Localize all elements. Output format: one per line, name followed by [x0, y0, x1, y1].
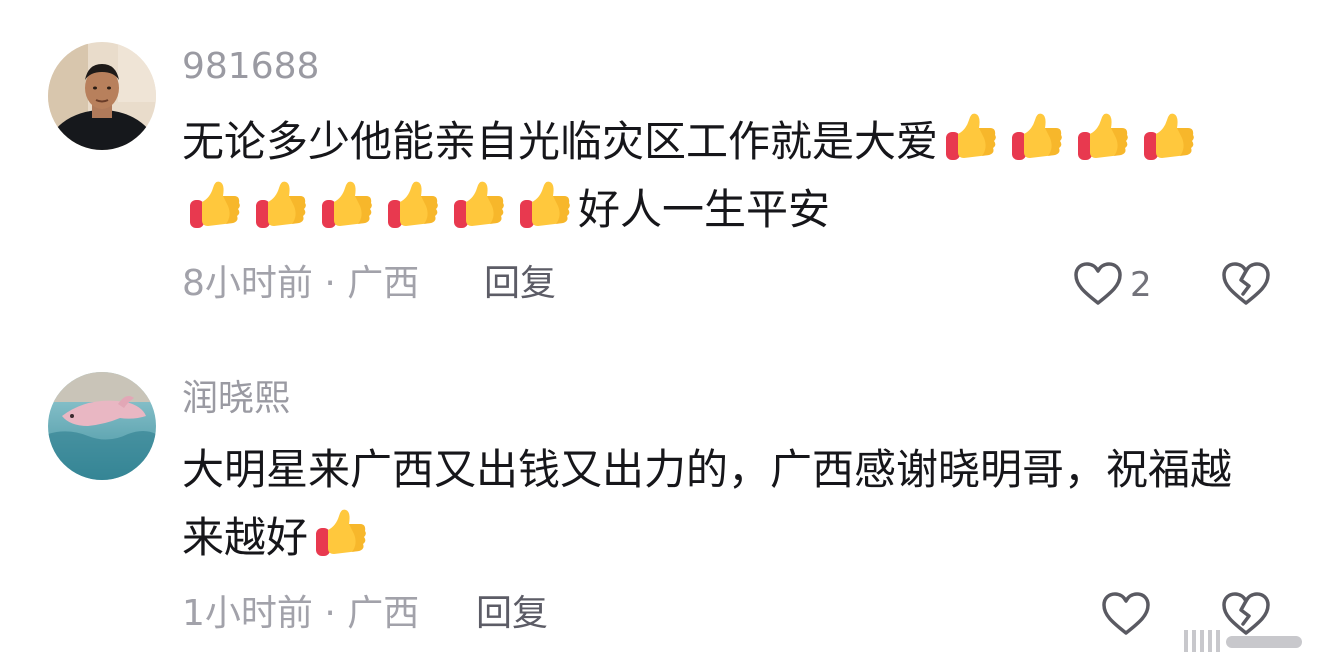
thumbs-up-icon [318, 176, 376, 234]
heart-icon [1074, 262, 1122, 305]
username[interactable]: 981688 [182, 43, 319, 91]
username[interactable]: 润晓熙 [182, 375, 290, 423]
heart-icon [1102, 592, 1150, 635]
thumbs-up-icon [1008, 108, 1066, 166]
like-button[interactable] [1072, 260, 1124, 308]
comment-text: 无论多少他能亲自光临灾区工作就是大爱好人一生平安 [182, 108, 1262, 244]
avatar-photo-icon [48, 42, 156, 150]
comment-meta: 8小时前 · 广西 [182, 263, 420, 304]
thumbs-up-icon [186, 176, 244, 234]
like-count: 2 [1130, 265, 1152, 305]
watermark [1180, 622, 1310, 656]
thumbs-up-icon [450, 176, 508, 234]
thumbs-up-icon [312, 504, 370, 562]
comment-text: 大明星来广西又出钱又出力的，广西感谢晓明哥，祝福越来越好 [182, 436, 1252, 572]
avatar[interactable] [48, 42, 156, 150]
comment-meta: 1小时前 · 广西 [182, 593, 420, 634]
like-button[interactable] [1100, 590, 1152, 638]
emoji-group [308, 509, 374, 562]
avatar-photo-icon [48, 372, 156, 480]
thumbs-up-icon [384, 176, 442, 234]
comment-text-tail: 好人一生平安 [578, 185, 831, 234]
thumbs-up-icon [1140, 108, 1198, 166]
dislike-button[interactable] [1220, 260, 1272, 308]
avatar[interactable] [48, 372, 156, 480]
comment-text-main: 无论多少他能亲自光临灾区工作就是大爱 [182, 117, 939, 166]
watermark-icon [1184, 630, 1302, 652]
reply-button[interactable]: 回复 [484, 260, 556, 308]
thumbs-up-icon [942, 108, 1000, 166]
thumbs-up-icon [516, 176, 574, 234]
thumbs-up-icon [1074, 108, 1132, 166]
thumbs-up-icon [252, 176, 310, 234]
reply-button[interactable]: 回复 [476, 590, 548, 638]
broken-heart-icon [1222, 262, 1270, 305]
